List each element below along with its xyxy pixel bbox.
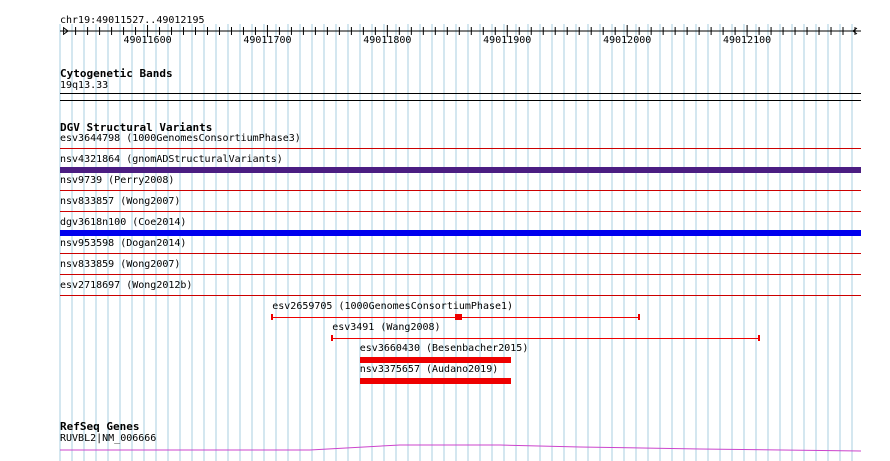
cytoband-track-title: Cytogenetic Bands: [60, 67, 173, 80]
cytoband-label[interactable]: 19q13.33: [60, 80, 108, 92]
variant-span-line[interactable]: [332, 338, 760, 339]
cytoband-bar-top: [60, 93, 861, 94]
variant-block[interactable]: [359, 378, 511, 384]
variant-label[interactable]: esv3491 (Wang2008): [332, 322, 440, 334]
variant-label[interactable]: nsv953598 (Dogan2014): [60, 238, 186, 250]
genome-browser-panel: chr19:49011527..49012195 49011600 4901170…: [0, 0, 890, 461]
variant-label[interactable]: esv3644798 (1000GenomesConsortiumPhase3): [60, 133, 301, 145]
variant-label[interactable]: nsv9739 (Perry2008): [60, 175, 174, 187]
variant-label[interactable]: esv2718697 (Wong2012b): [60, 280, 192, 292]
variant-bar[interactable]: [60, 167, 861, 173]
variant-span-cap: [758, 335, 761, 341]
ruler-tick-label: 49011600: [123, 35, 172, 46]
variant-block[interactable]: [359, 357, 511, 363]
variant-span-cap: [271, 314, 274, 320]
cytoband-bar-bottom: [60, 100, 861, 101]
variant-bar[interactable]: [60, 148, 861, 149]
variant-bar[interactable]: [60, 211, 861, 212]
ruler-tick-label: 49011700: [243, 35, 292, 46]
variant-span-cap: [638, 314, 641, 320]
variant-bar[interactable]: [60, 230, 861, 236]
ruler-tick-label: 49011800: [363, 35, 412, 46]
variant-bar[interactable]: [60, 253, 861, 254]
ruler-tick-label: 49011900: [483, 35, 532, 46]
variant-label[interactable]: esv2659705 (1000GenomesConsortiumPhase1): [272, 301, 513, 313]
variant-label[interactable]: esv3660430 (Besenbacher2015): [360, 343, 529, 355]
refseq-gene-feature[interactable]: [0, 440, 890, 461]
ruler-tick-label: 49012100: [722, 35, 772, 46]
variant-bar[interactable]: [60, 274, 861, 275]
variant-label[interactable]: nsv3375657 (Audano2019): [360, 364, 498, 376]
variant-label[interactable]: nsv833857 (Wong2007): [60, 196, 180, 208]
variant-label[interactable]: nsv4321864 (gnomADStructuralVariants): [60, 154, 283, 166]
variant-bar[interactable]: [60, 295, 861, 296]
variant-label[interactable]: nsv833859 (Wong2007): [60, 259, 180, 271]
refseq-track-title: RefSeq Genes: [60, 420, 140, 433]
variant-span-marker: [455, 314, 463, 320]
variant-bar[interactable]: [60, 190, 861, 191]
ruler-tick-label: 49012000: [603, 35, 652, 46]
variant-label[interactable]: dgv3618n100 (Coe2014): [60, 217, 186, 229]
location-label: chr19:49011527..49012195: [60, 15, 205, 26]
variant-span-cap: [331, 335, 334, 341]
